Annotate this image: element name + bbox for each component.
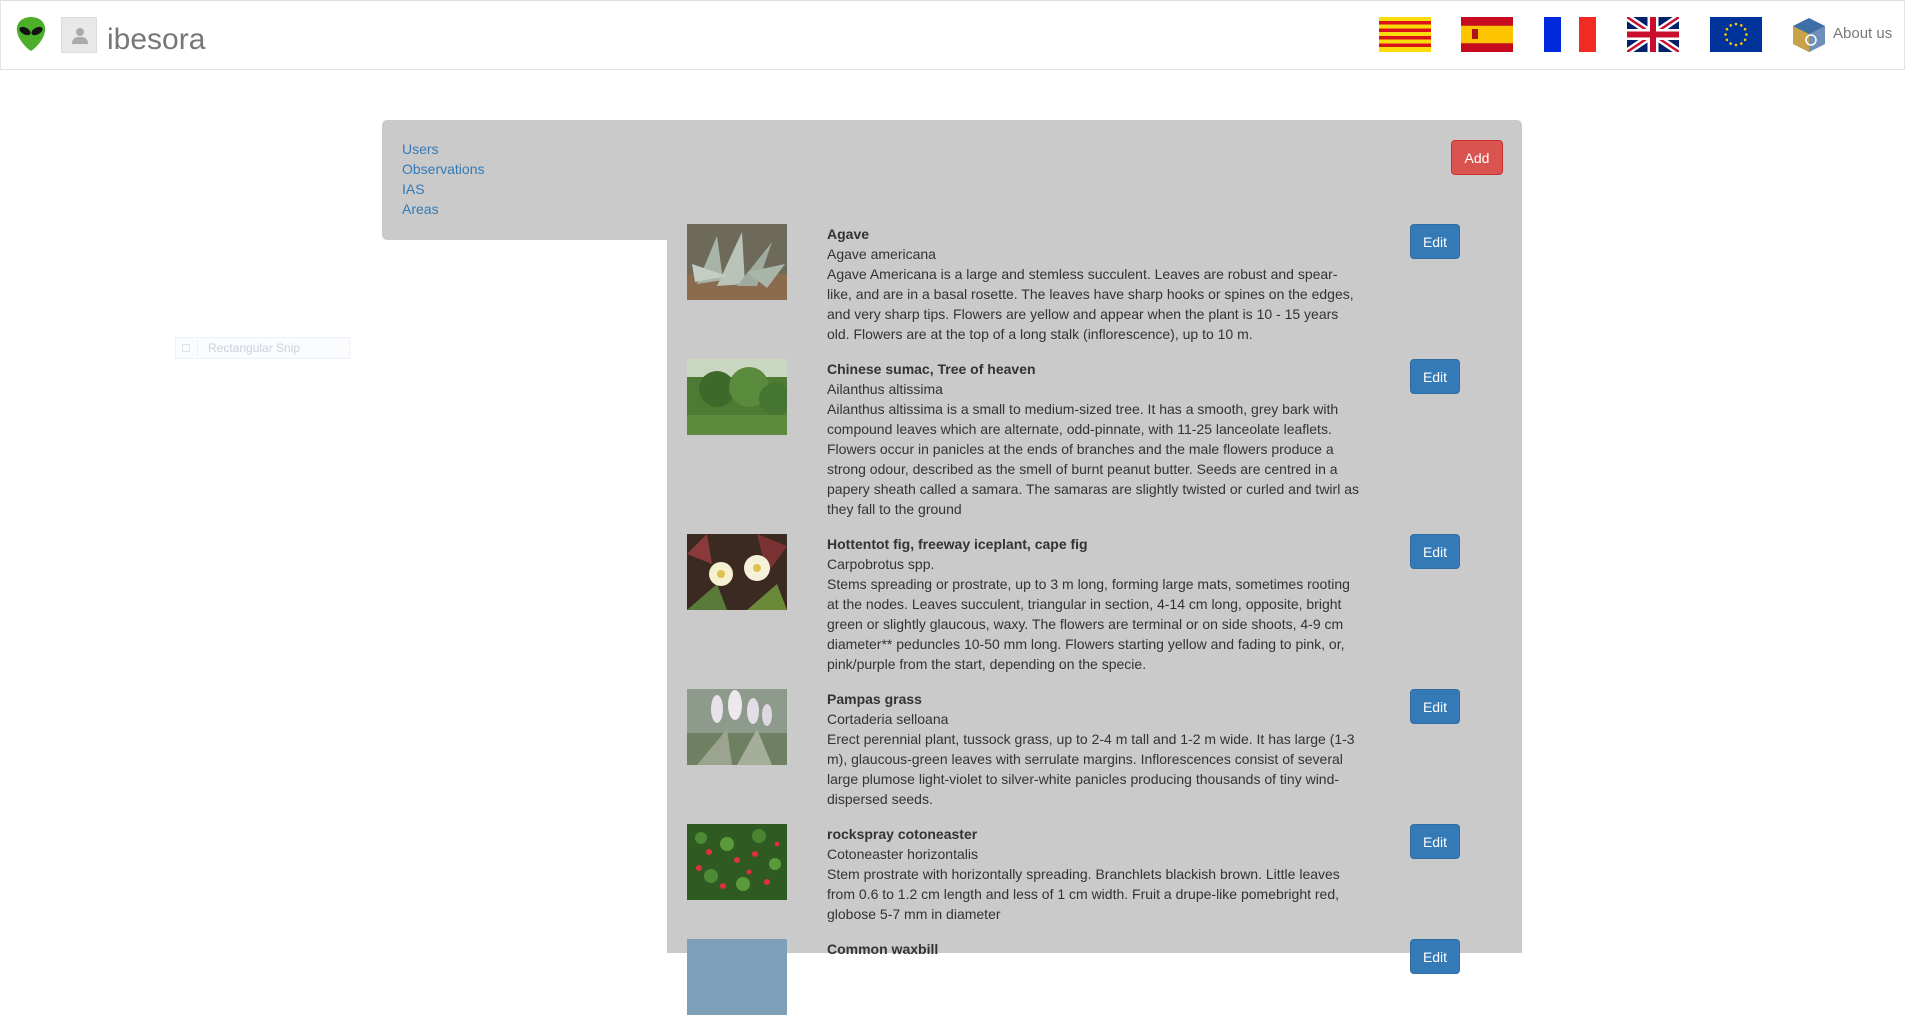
species-name: Hottentot fig, freeway iceplant, cape fi… bbox=[827, 536, 1088, 552]
catalan-flag-icon[interactable] bbox=[1379, 17, 1431, 52]
species-latin-name: Cortaderia selloana bbox=[827, 711, 949, 727]
species-description: Stems spreading or prostrate, up to 3 m … bbox=[827, 576, 1350, 672]
rectangular-snip-overlay: Rectangular Snip bbox=[175, 337, 350, 359]
species-info: Agave Agave americana Agave Americana is… bbox=[827, 224, 1362, 344]
species-thumbnail bbox=[687, 689, 787, 765]
species-latin-name: Cotoneaster horizontalis bbox=[827, 846, 978, 862]
sidebar-item-areas[interactable]: Areas bbox=[402, 201, 439, 217]
species-description: Stem prostrate with horizontally spreadi… bbox=[827, 866, 1340, 922]
snip-divider bbox=[197, 340, 198, 356]
species-thumbnail bbox=[687, 534, 787, 610]
top-navbar: ibesora About us bbox=[0, 0, 1905, 70]
french-flag-icon[interactable] bbox=[1544, 17, 1596, 52]
species-latin-name: Ailanthus altissima bbox=[827, 381, 943, 397]
add-button[interactable]: Add bbox=[1451, 140, 1503, 175]
species-latin-name: Carpobrotus spp. bbox=[827, 556, 935, 572]
species-info: Chinese sumac, Tree of heaven Ailanthus … bbox=[827, 359, 1362, 519]
species-thumbnail bbox=[687, 939, 787, 1015]
species-name: Chinese sumac, Tree of heaven bbox=[827, 361, 1036, 377]
sidebar-item-ias[interactable]: IAS bbox=[402, 181, 425, 197]
edit-button[interactable]: Edit bbox=[1410, 689, 1460, 724]
species-description: Erect perennial plant, tussock grass, up… bbox=[827, 731, 1355, 807]
species-name: Common waxbill bbox=[827, 941, 939, 957]
snip-label: Rectangular Snip bbox=[208, 341, 301, 355]
edit-button[interactable]: Edit bbox=[1410, 939, 1460, 974]
edit-button[interactable]: Edit bbox=[1410, 534, 1460, 569]
species-description: Ailanthus altissima is a small to medium… bbox=[827, 401, 1359, 517]
species-thumbnail bbox=[687, 359, 787, 435]
edit-button[interactable]: Edit bbox=[1410, 359, 1460, 394]
about-us-label: About us bbox=[1833, 25, 1893, 42]
species-info: Hottentot fig, freeway iceplant, cape fi… bbox=[827, 534, 1362, 674]
about-logo-icon bbox=[1791, 17, 1827, 53]
species-thumbnail bbox=[687, 224, 787, 300]
species-info: Common waxbill bbox=[827, 939, 1362, 959]
about-us-link[interactable]: About us bbox=[1791, 17, 1901, 53]
species-name: Pampas grass bbox=[827, 691, 922, 707]
edit-button[interactable]: Edit bbox=[1410, 224, 1460, 259]
species-name: rockspray cotoneaster bbox=[827, 826, 978, 842]
sidebar-item-observations[interactable]: Observations bbox=[402, 161, 484, 177]
species-thumbnail bbox=[687, 824, 787, 900]
species-info: rockspray cotoneaster Cotoneaster horizo… bbox=[827, 824, 1362, 924]
eu-flag-icon[interactable] bbox=[1710, 17, 1762, 52]
user-avatar-icon[interactable] bbox=[61, 17, 97, 53]
species-name: Agave bbox=[827, 226, 870, 242]
species-list-panel: Add Agave Agave americana Agave American… bbox=[667, 120, 1522, 1015]
spanish-flag-icon[interactable] bbox=[1461, 17, 1513, 52]
brand-name[interactable]: ibesora bbox=[107, 23, 205, 57]
species-latin-name: Agave americana bbox=[827, 246, 936, 262]
species-info: Pampas grass Cortaderia selloana Erect p… bbox=[827, 689, 1362, 809]
sidebar: Users Observations IAS Areas bbox=[382, 120, 668, 240]
edit-button[interactable]: Edit bbox=[1410, 824, 1460, 859]
sidebar-item-users[interactable]: Users bbox=[402, 141, 439, 157]
species-description: Agave Americana is a large and stemless … bbox=[827, 266, 1354, 342]
alien-logo-icon[interactable] bbox=[15, 16, 47, 52]
snip-icon bbox=[182, 344, 190, 352]
uk-flag-icon[interactable] bbox=[1627, 17, 1679, 52]
